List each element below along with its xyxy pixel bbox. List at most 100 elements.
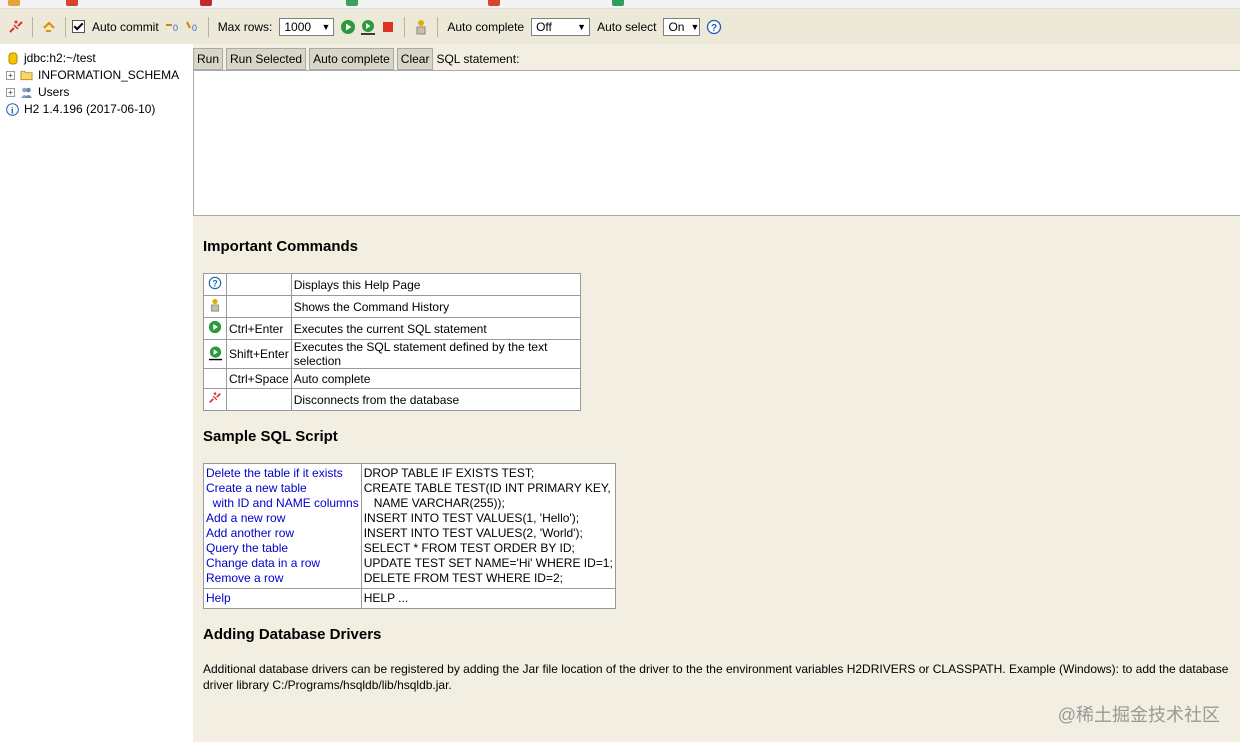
history-icon[interactable] — [208, 298, 222, 316]
users-icon — [20, 86, 33, 99]
command-icon-cell — [203, 317, 227, 340]
svg-text:?: ? — [212, 279, 217, 289]
run-icon[interactable] — [338, 17, 358, 37]
command-key: Shift+Enter — [226, 339, 292, 369]
sample-link[interactable]: Delete the table if it exists — [206, 466, 359, 481]
expand-icon[interactable]: + — [6, 87, 15, 97]
commit-icon[interactable]: 0 — [162, 17, 182, 37]
sample-link[interactable]: Add a new row — [206, 511, 359, 526]
tree-connection[interactable]: jdbc:h2:~/test — [6, 50, 96, 66]
clear-button[interactable]: Clear — [396, 48, 434, 70]
help-icon[interactable]: ? — [208, 276, 222, 293]
auto-commit-label: Auto commit — [92, 19, 159, 34]
expand-icon[interactable]: + — [6, 70, 15, 80]
tree-version: i H2 1.4.196 (2017-06-10) — [6, 101, 155, 117]
svg-text:0: 0 — [192, 23, 197, 33]
sample-sql-cell: DROP TABLE IF EXISTS TEST; CREATE TABLE T… — [360, 463, 616, 589]
commands-table: ? Displays this Help Page Shows the Comman… — [203, 273, 582, 411]
sample-link[interactable]: Add another row — [206, 526, 359, 541]
query-toolbar: Run Run Selected Auto complete Clear SQL… — [193, 48, 519, 70]
help-link[interactable]: Help — [206, 591, 231, 605]
history-icon[interactable] — [411, 17, 431, 37]
stop-icon[interactable] — [378, 17, 398, 37]
command-key: Ctrl+Space — [226, 368, 292, 389]
command-row: Disconnects from the database — [203, 388, 582, 411]
sample-link[interactable]: Query the table — [206, 541, 359, 556]
max-rows-value: 1000 — [284, 19, 312, 34]
sample-sql-line: INSERT INTO TEST VALUES(1, 'Hello'); — [363, 511, 580, 525]
auto-commit-checkbox[interactable] — [72, 20, 85, 33]
watermark: @稀土掘金技术社区 — [1057, 705, 1220, 725]
auto-select-select[interactable]: On ▼ — [663, 17, 701, 36]
run-selected-icon[interactable] — [358, 17, 378, 37]
chevron-down-icon: ▼ — [321, 21, 331, 32]
sample-link[interactable]: Change data in a row — [206, 556, 359, 571]
auto-complete-label: Auto complete — [447, 19, 525, 34]
run-selected-button[interactable]: Run Selected — [226, 48, 307, 70]
users-label: Users — [38, 85, 70, 99]
sample-sql-line: SELECT * FROM TEST ORDER BY ID; — [363, 541, 575, 555]
help-icon[interactable]: ? — [704, 17, 724, 37]
command-description: Executes the current SQL statement — [290, 317, 582, 340]
auto-complete-button[interactable]: Auto complete — [309, 48, 394, 70]
tree-schema[interactable]: + INFORMATION_SCHEMA — [6, 67, 179, 83]
run-selected-icon[interactable] — [208, 345, 223, 364]
drivers-paragraph: Additional database drivers can be regis… — [203, 662, 1229, 692]
important-commands-heading: Important Commands — [203, 238, 359, 255]
chevron-down-icon: ▼ — [577, 21, 587, 32]
command-key — [226, 273, 292, 296]
auto-complete-value: Off — [536, 19, 552, 34]
disconnect-icon[interactable] — [6, 17, 26, 37]
toolbar: Auto commit 0 0 Max rows: 1000 ▼ Auto co… — [0, 9, 1240, 44]
sample-link[interactable]: Create a new table — [206, 481, 359, 496]
command-icon-cell — [203, 368, 227, 389]
sample-sql-line: DELETE FROM TEST WHERE ID=2; — [363, 571, 563, 585]
help-row: Help HELP ... — [203, 588, 616, 609]
object-tree: jdbc:h2:~/test + INFORMATION_SCHEMA + Us… — [0, 44, 193, 742]
command-row: Shift+Enter Executes the SQL statement de… — [203, 339, 582, 369]
version-label: H2 1.4.196 (2017-06-10) — [24, 102, 156, 116]
command-description: Auto complete — [290, 368, 582, 389]
command-icon-cell — [203, 339, 227, 369]
auto-select-label: Auto select — [597, 19, 657, 34]
command-row: ? Displays this Help Page — [203, 273, 582, 296]
sample-labels-cell: Delete the table if it exists Create a ne… — [203, 463, 362, 589]
command-icon-cell — [203, 388, 227, 411]
run-icon[interactable] — [208, 320, 222, 337]
disconnect-icon[interactable] — [208, 392, 222, 408]
command-row: Ctrl+Enter Executes the current SQL state… — [203, 317, 582, 340]
sample-sql-line: INSERT INTO TEST VALUES(2, 'World'); — [363, 526, 583, 540]
sample-sql-line: UPDATE TEST SET NAME='Hi' WHERE ID=1; — [363, 556, 613, 570]
run-button[interactable]: Run — [193, 48, 224, 70]
info-icon: i — [6, 102, 19, 116]
sample-sql-heading: Sample SQL Script — [203, 428, 338, 445]
max-rows-select[interactable]: 1000 ▼ — [279, 17, 335, 36]
svg-text:0: 0 — [173, 23, 178, 33]
tree-users[interactable]: + Users — [6, 84, 69, 100]
command-row: Shows the Command History — [203, 295, 582, 318]
sample-row: Delete the table if it exists Create a ne… — [203, 463, 616, 589]
main-panel: Run Run Selected Auto complete Clear SQL… — [193, 44, 1240, 742]
sample-link[interactable]: with ID and NAME columns — [206, 496, 359, 511]
command-description: Disconnects from the database — [290, 388, 582, 411]
sample-link[interactable]: Remove a row — [206, 571, 359, 586]
command-description: Executes the SQL statement defined by th… — [290, 339, 582, 369]
command-description: Shows the Command History — [290, 295, 582, 318]
command-description: Displays this Help Page — [290, 273, 582, 296]
auto-complete-select[interactable]: Off ▼ — [531, 17, 591, 36]
command-key: Ctrl+Enter — [226, 317, 292, 340]
command-icon-cell — [203, 295, 227, 318]
sample-sql-line: DROP TABLE IF EXISTS TEST; — [363, 466, 535, 480]
sample-sql-table: Delete the table if it exists Create a ne… — [203, 463, 616, 609]
chevron-down-icon: ▼ — [690, 21, 700, 32]
rollback-icon[interactable]: 0 — [182, 17, 202, 37]
command-row: Ctrl+Space Auto complete — [203, 368, 582, 389]
auto-select-value: On — [668, 19, 685, 34]
sql-statement-label: SQL statement: — [436, 52, 520, 66]
sql-editor[interactable] — [193, 70, 1240, 216]
svg-text:?: ? — [711, 23, 717, 34]
refresh-icon[interactable] — [39, 17, 59, 37]
bookmarks-bar — [0, 0, 1240, 9]
command-key — [226, 388, 292, 411]
schema-label: INFORMATION_SCHEMA — [38, 68, 180, 82]
